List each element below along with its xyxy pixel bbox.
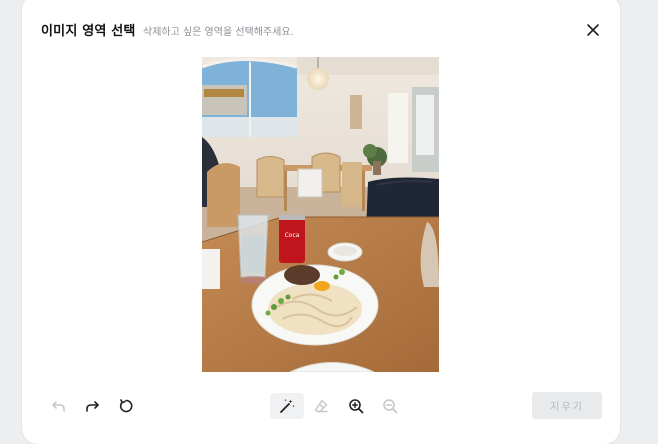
zoom-out-icon — [383, 399, 398, 414]
erase-button[interactable]: 지우기 — [532, 392, 602, 419]
redo-icon — [86, 401, 99, 412]
reset-button[interactable] — [111, 393, 141, 419]
magic-wand-icon — [280, 399, 295, 413]
cafe-food-photo: Coca — [202, 57, 439, 372]
eraser-icon — [314, 399, 328, 413]
magic-wand-button[interactable] — [270, 393, 304, 419]
dialog-subtitle: 삭제하고 싶은 영역을 선택해주세요. — [143, 27, 294, 38]
close-button[interactable] — [583, 20, 603, 40]
zoom-out-button[interactable] — [375, 393, 405, 419]
close-icon — [587, 24, 599, 36]
redo-button[interactable] — [77, 393, 107, 419]
svg-text:Coca: Coca — [285, 232, 300, 239]
reset-icon — [119, 399, 133, 413]
undo-icon — [52, 401, 65, 412]
eraser-button[interactable] — [306, 393, 336, 419]
dialog-title: 이미지 영역 선택 — [41, 24, 136, 39]
zoom-in-button[interactable] — [341, 393, 371, 419]
undo-button[interactable] — [44, 393, 74, 419]
editable-photo[interactable]: Coca — [202, 57, 439, 372]
zoom-in-icon — [349, 399, 364, 414]
